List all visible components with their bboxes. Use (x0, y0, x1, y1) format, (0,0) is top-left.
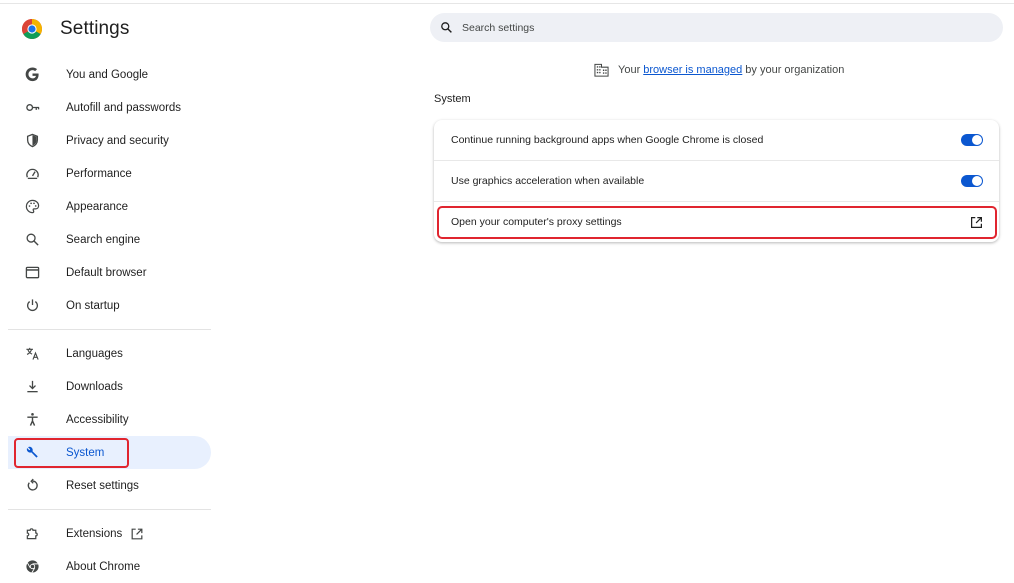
sidebar-item-label: System (66, 446, 105, 459)
sidebar-item-label: On startup (66, 299, 120, 312)
browser-window-icon (24, 265, 40, 281)
sidebar-item-search-engine[interactable]: Search engine (8, 223, 211, 256)
sidebar-item-reset-settings[interactable]: Reset settings (8, 469, 211, 502)
power-icon (24, 298, 40, 314)
setting-label: Open your computer's proxy settings (451, 216, 622, 228)
open-in-new-icon (130, 527, 144, 541)
sidebar: Settings You and Google Autofill and pas… (0, 0, 215, 580)
sidebar-nav: You and Google Autofill and passwords Pr… (8, 58, 211, 583)
reset-icon (24, 478, 40, 494)
toggle-knob (972, 135, 982, 145)
sidebar-item-label: Search engine (66, 233, 141, 246)
page-title: Settings (60, 18, 130, 39)
managed-prefix: Your (618, 64, 641, 76)
setting-label: Continue running background apps when Go… (451, 134, 764, 146)
chrome-icon (24, 559, 40, 575)
graphics-acceleration-toggle[interactable] (961, 175, 983, 187)
chrome-logo-icon (22, 19, 42, 39)
sidebar-item-label: Autofill and passwords (66, 101, 182, 114)
wrench-icon (24, 445, 40, 461)
sidebar-item-downloads[interactable]: Downloads (8, 370, 211, 403)
palette-icon (24, 199, 40, 215)
setting-row-graphics-acceleration[interactable]: Use graphics acceleration when available (434, 160, 999, 201)
puzzle-icon (24, 526, 40, 542)
sidebar-item-label: Default browser (66, 266, 147, 279)
download-icon (24, 379, 40, 395)
sidebar-item-label: Appearance (66, 200, 129, 213)
background-apps-toggle[interactable] (961, 134, 983, 146)
setting-label: Use graphics acceleration when available (451, 175, 645, 187)
accessibility-icon (24, 412, 40, 428)
managed-notice: Your browser is managed by your organiza… (594, 62, 844, 78)
building-icon (594, 63, 610, 77)
toggle-knob (972, 176, 982, 186)
search-input[interactable] (460, 20, 980, 35)
sidebar-item-label: Downloads (66, 380, 123, 393)
sidebar-item-label: You and Google (66, 68, 149, 81)
sidebar-item-system[interactable]: System (8, 436, 211, 469)
sidebar-item-label: Languages (66, 347, 123, 360)
sidebar-item-privacy[interactable]: Privacy and security (8, 124, 211, 157)
section-title-system: System (434, 93, 471, 105)
sidebar-item-accessibility[interactable]: Accessibility (8, 403, 211, 436)
managed-suffix: by your organization (745, 64, 845, 76)
browser-managed-link[interactable]: browser is managed (643, 64, 742, 76)
setting-row-proxy-settings[interactable]: Open your computer's proxy settings (434, 201, 999, 242)
sidebar-item-languages[interactable]: Languages (8, 337, 211, 370)
translate-icon (24, 346, 40, 362)
sidebar-item-label: Reset settings (66, 479, 139, 492)
sidebar-item-appearance[interactable]: Appearance (8, 190, 211, 223)
search-bar[interactable] (430, 13, 1003, 42)
sidebar-item-default-browser[interactable]: Default browser (8, 256, 211, 289)
sidebar-divider (8, 329, 211, 330)
shield-icon (24, 133, 40, 149)
sidebar-item-on-startup[interactable]: On startup (8, 289, 211, 322)
key-icon (24, 100, 40, 116)
sidebar-item-extensions[interactable]: Extensions (8, 517, 211, 550)
search-icon (440, 21, 454, 35)
sidebar-item-about-chrome[interactable]: About Chrome (8, 550, 211, 583)
sidebar-divider (8, 509, 211, 510)
sidebar-item-label: Performance (66, 167, 132, 180)
sidebar-item-performance[interactable]: Performance (8, 157, 211, 190)
speedometer-icon (24, 166, 40, 182)
sidebar-item-autofill[interactable]: Autofill and passwords (8, 91, 211, 124)
sidebar-item-label: Extensions (66, 527, 123, 540)
system-settings-card: Continue running background apps when Go… (434, 120, 999, 242)
setting-row-background-apps[interactable]: Continue running background apps when Go… (434, 120, 999, 160)
sidebar-item-label: Privacy and security (66, 134, 169, 147)
google-g-icon (24, 67, 40, 83)
sidebar-item-label: About Chrome (66, 560, 141, 573)
sidebar-item-you-and-google[interactable]: You and Google (8, 58, 211, 91)
sidebar-item-label: Accessibility (66, 413, 129, 426)
app-header: Settings (22, 18, 129, 40)
search-icon (24, 232, 40, 248)
open-in-new-icon[interactable] (969, 215, 983, 229)
